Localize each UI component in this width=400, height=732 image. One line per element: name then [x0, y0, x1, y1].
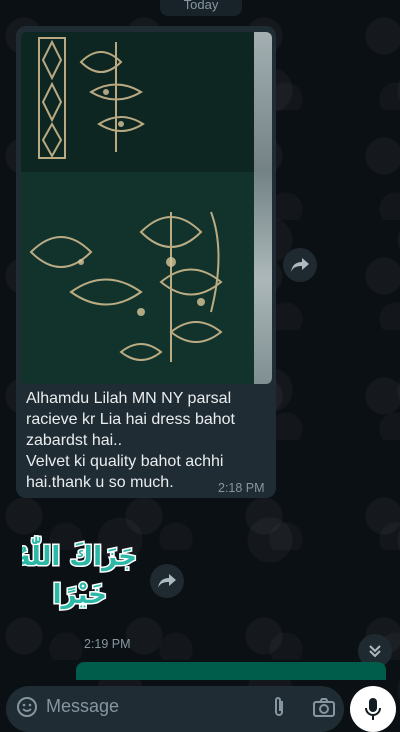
camera-button[interactable] [312, 696, 336, 723]
message-line: Alhamdu Lilah MN NY parsal [26, 390, 232, 407]
attach-button[interactable] [270, 696, 288, 723]
message-line: racieve kr Lia hai dress bahot [26, 411, 235, 428]
sticker-timestamp: 2:19 PM [84, 637, 131, 651]
paperclip-icon [275, 697, 283, 716]
chevron-double-down-icon [369, 645, 381, 658]
message-timestamp: 2:18 PM [218, 481, 265, 495]
message-line: Velvet ki quality bahot achhi [26, 453, 224, 470]
camera-icon [313, 698, 335, 717]
forward-button[interactable] [283, 248, 317, 282]
emoji-button[interactable] [16, 696, 38, 723]
voice-message-button[interactable] [350, 686, 396, 732]
message-line: zabardst hai.. [26, 432, 123, 449]
sticker-art: جَزَاكَ اللّٰهُ خَيْرًا [14, 534, 139, 612]
forward-icon [291, 258, 309, 272]
mic-icon [365, 698, 381, 720]
date-separator: Today [160, 0, 242, 16]
sticker-jazakallah[interactable]: جَزَاكَ اللّٰهُ خَيْرًا [14, 525, 142, 615]
message-photo[interactable] [21, 32, 272, 384]
emoji-icon [17, 697, 37, 717]
plastic-wrap [254, 32, 272, 384]
forward-icon [158, 574, 176, 588]
embroidered-dress-image [21, 32, 272, 384]
sticker-line-2: خَيْرًا [53, 580, 107, 610]
forward-button-sticker[interactable] [150, 564, 184, 598]
message-text: Alhamdu Lilah MN NY parsal racieve kr Li… [26, 388, 266, 493]
message-input[interactable]: Message [46, 696, 119, 717]
outgoing-message-bubble[interactable] [76, 662, 386, 680]
sticker-line-1: جَزَاكَ اللّٰهُ [22, 535, 137, 572]
